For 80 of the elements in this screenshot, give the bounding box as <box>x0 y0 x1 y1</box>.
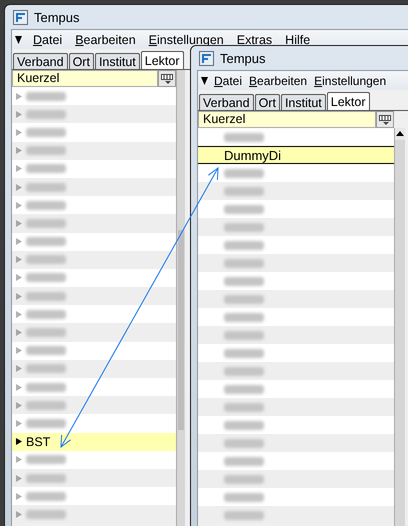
row-pointer-icon <box>16 220 22 227</box>
list-row[interactable] <box>12 378 176 396</box>
list-row[interactable] <box>198 308 394 326</box>
window-title: Tempus <box>34 10 80 24</box>
scroll-up-icon[interactable] <box>395 128 405 140</box>
row-pointer-icon <box>16 365 22 372</box>
app-icon <box>199 50 214 66</box>
list-row[interactable] <box>12 487 176 506</box>
list-row[interactable] <box>12 450 176 469</box>
tab[interactable]: Ort <box>68 53 94 69</box>
list-row[interactable] <box>12 414 176 433</box>
row-pointer-icon <box>16 456 22 464</box>
row-pointer-icon <box>16 292 22 300</box>
column-chooser-button[interactable] <box>376 111 394 128</box>
dropdown-arrow-icon[interactable] <box>15 36 22 44</box>
row-pointer-icon <box>16 238 22 246</box>
menu-item[interactable]: Bearbeiten <box>73 32 138 46</box>
scrollbar[interactable] <box>394 128 405 526</box>
dropdown-arrow-icon[interactable] <box>201 76 208 84</box>
tab[interactable]: Ort <box>254 94 280 110</box>
list-row[interactable] <box>12 232 176 251</box>
list-row[interactable] <box>12 160 176 178</box>
row-pointer-icon <box>16 420 22 427</box>
row-pointer-icon <box>16 402 22 409</box>
menu-item[interactable]: Einstellungen <box>313 74 388 88</box>
app-icon <box>13 10 28 24</box>
row-pointer-icon <box>16 256 22 264</box>
row-pointer-icon <box>16 510 22 518</box>
menu-item[interactable]: Datei <box>213 74 244 88</box>
list-row[interactable] <box>198 236 394 254</box>
list-row[interactable] <box>198 272 394 290</box>
row-pointer-icon <box>16 347 22 354</box>
row-pointer-icon <box>16 202 22 209</box>
column-header[interactable]: Kuerzel <box>198 111 376 128</box>
row-pointer-icon <box>16 384 22 391</box>
menu-item[interactable]: Hilfe <box>283 32 312 46</box>
column-chooser-button[interactable] <box>158 70 176 87</box>
list-row[interactable] <box>198 488 394 506</box>
window-title: Tempus <box>220 50 266 66</box>
tab[interactable]: Institut <box>94 53 140 69</box>
row-pointer-icon <box>16 474 22 482</box>
tab[interactable]: Verband <box>199 94 254 110</box>
row-pointer-icon <box>16 165 22 172</box>
menu-item[interactable]: Einstellungen <box>146 32 226 46</box>
column-header[interactable]: Kuerzel <box>12 70 158 87</box>
menu-item[interactable]: Extras <box>234 32 274 46</box>
row-pointer-icon <box>16 147 22 154</box>
menu-item[interactable]: Bearbeiten <box>248 74 308 88</box>
list-row[interactable] <box>12 342 176 360</box>
tab[interactable]: Lektor <box>140 51 184 69</box>
list-item-text: DummyDi <box>224 148 282 162</box>
row-pointer-icon <box>16 492 22 500</box>
tab[interactable]: Lektor <box>326 92 370 110</box>
row-pointer-icon <box>16 184 22 191</box>
tab[interactable]: Institut <box>280 94 326 110</box>
row-pointer-icon <box>16 110 22 118</box>
list-row[interactable] <box>12 123 176 142</box>
row-pointer-icon <box>16 310 22 318</box>
list-row[interactable] <box>198 380 394 398</box>
row-pointer-icon <box>16 128 22 136</box>
row-pointer-icon <box>16 274 22 282</box>
list-row[interactable] <box>12 196 176 214</box>
list-row[interactable] <box>12 305 176 324</box>
grid-icon <box>379 114 391 124</box>
tab[interactable]: Verband <box>13 53 68 69</box>
list-row[interactable]: BST <box>12 432 176 451</box>
row-pointer-icon <box>16 438 22 446</box>
list-row[interactable] <box>198 344 394 362</box>
row-pointer-icon <box>16 92 22 100</box>
scrollbar[interactable] <box>176 70 185 526</box>
list-row[interactable] <box>198 452 394 470</box>
list-row[interactable] <box>198 200 394 218</box>
row-pointer-icon <box>16 329 22 336</box>
list-row[interactable] <box>198 416 394 434</box>
menu-item[interactable]: Datei <box>31 32 64 46</box>
list-row[interactable] <box>12 268 176 288</box>
list-row[interactable]: DummyDi <box>198 146 394 164</box>
list-item-text: BST <box>26 434 50 449</box>
list-row[interactable] <box>198 164 394 182</box>
grid-icon <box>161 74 173 84</box>
